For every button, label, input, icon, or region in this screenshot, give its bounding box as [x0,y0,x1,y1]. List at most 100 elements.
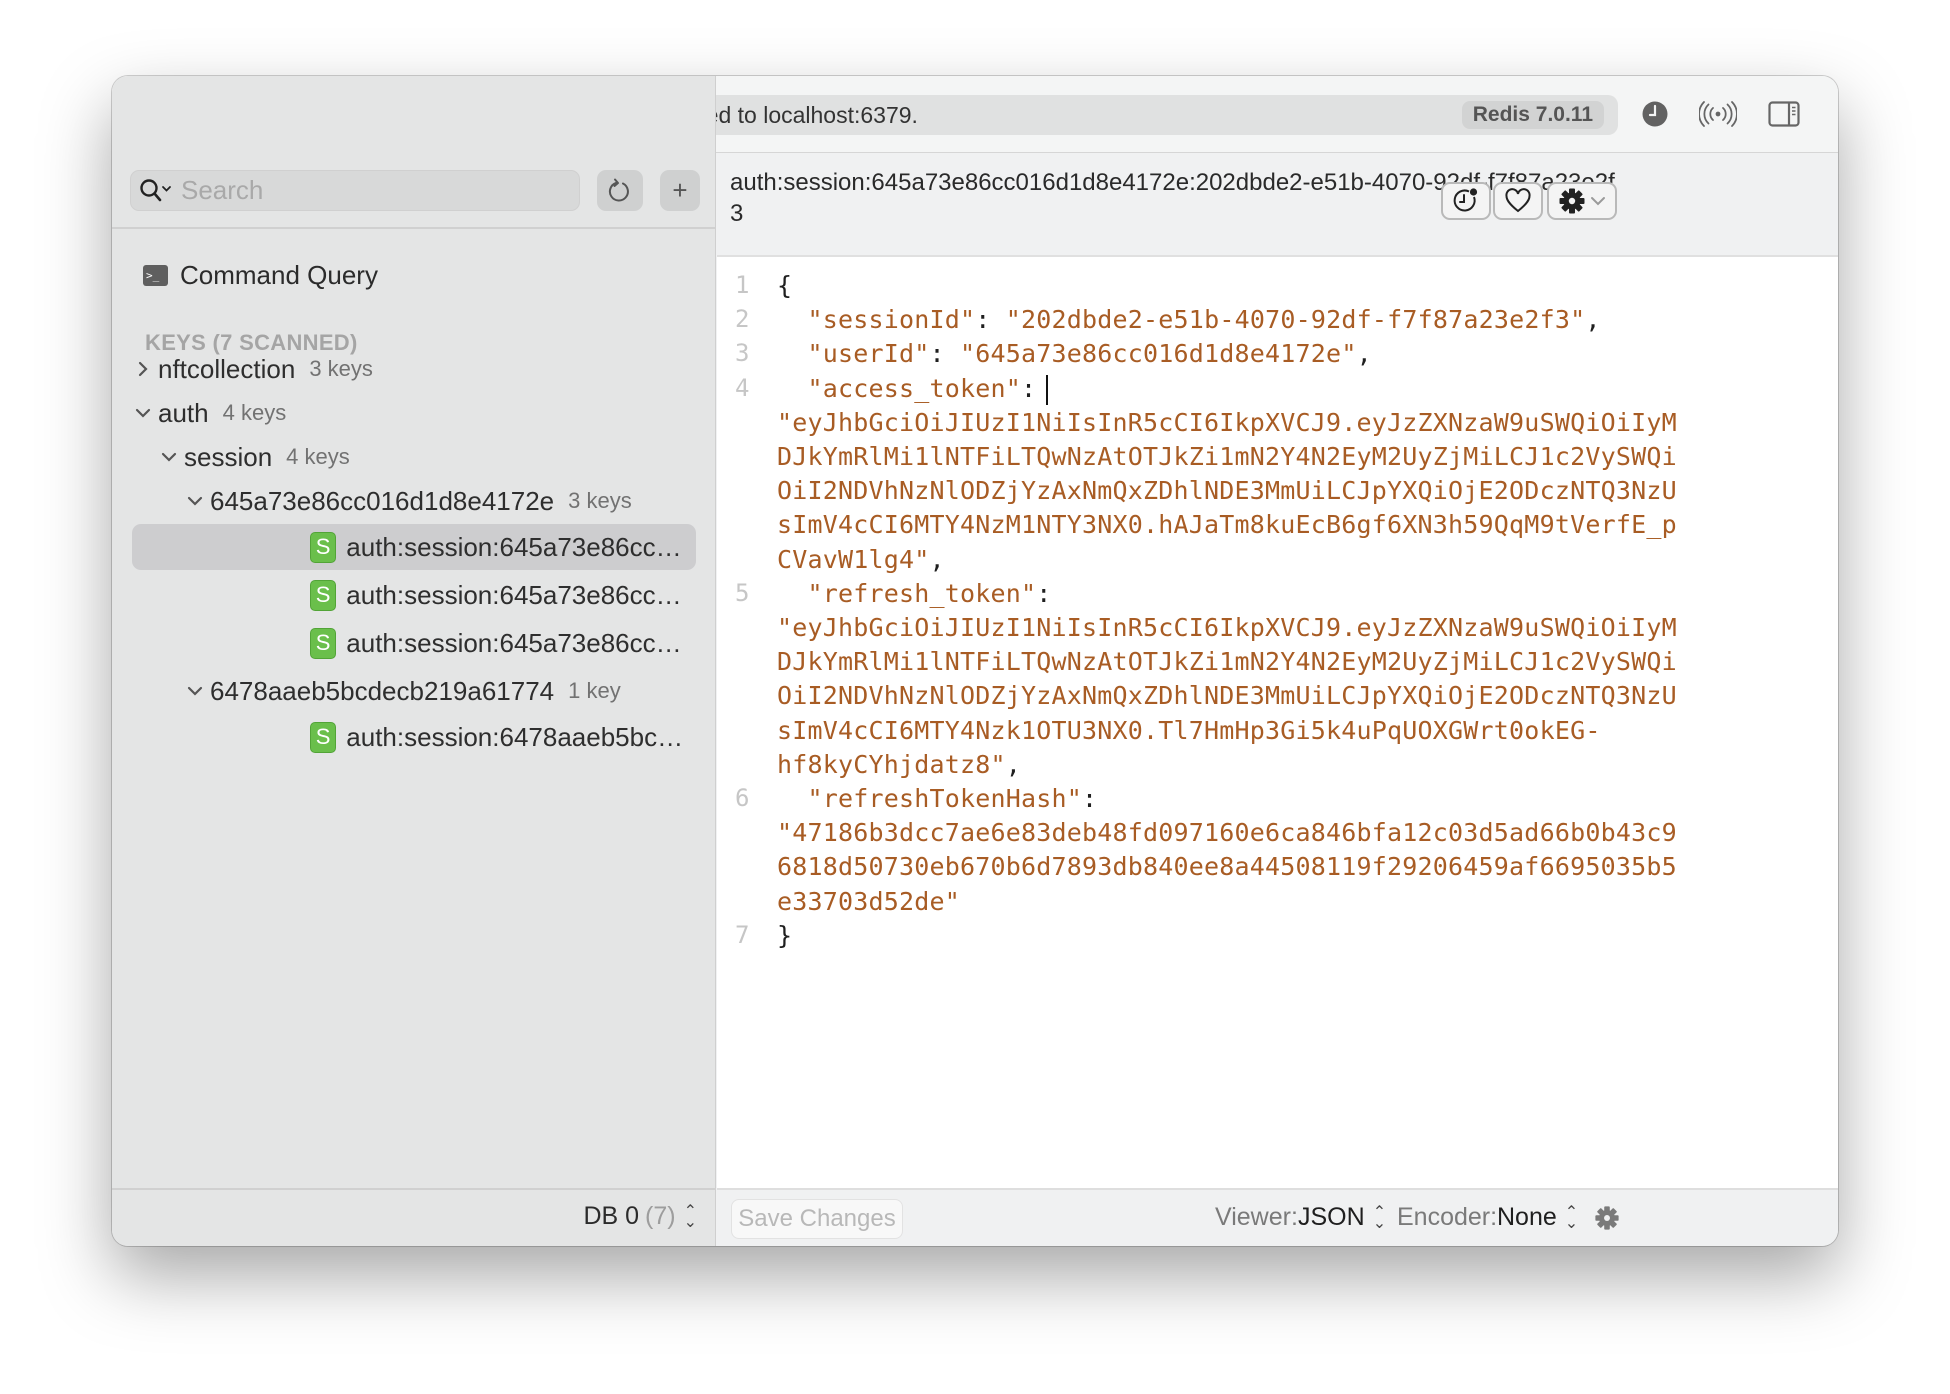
json-punctuation: , [1356,339,1372,369]
code-text: "eyJhbGciOiJIUzI1NiIsInR5cCI6IkpXVCJ9.ey… [777,406,1677,440]
code-text: "userId": "645a73e86cc016d1d8e4172e", [777,337,1372,371]
up-down-chevron-icon: ⌃ ⌄ [683,1202,697,1231]
key-list-item[interactable]: Sauth:session:6478aaeb5bcdec... [132,714,696,760]
json-string: "eyJhbGciOiJIUzI1NiIsInR5cCI6IkpXVCJ9.ey… [777,612,1677,642]
json-string: DJkYmRlMi1lNTFiLTQwNzAtOTJkZi1mN2Y4N2EyM… [777,441,1677,471]
sidebar: + >_ Command Query KEYS (7 SCANNED) nftc… [112,76,716,1188]
chevron-down-icon[interactable] [184,495,206,507]
db-key-count: (7) [645,1202,676,1230]
key-list-item[interactable]: Sauth:session:645a73e86cc016... [132,572,696,618]
toggle-inspector-button[interactable] [1764,96,1804,132]
key-folder-item[interactable]: nftcollection 3 keys [132,346,696,392]
add-key-button[interactable]: + [660,170,700,211]
key-list-item[interactable]: Sauth:session:645a73e86cc016... [132,524,696,570]
code-text: DJkYmRlMi1lNTFiLTQwNzAtOTJkZi1mN2Y4N2EyM… [777,645,1677,679]
json-string: "refreshTokenHash" [777,784,1083,813]
gear-icon [1595,1206,1619,1230]
json-string: "userId" [777,339,930,369]
json-punctuation: : [1036,578,1052,608]
code-text: "refreshTokenHash": [777,782,1098,816]
key-count: 3 keys [309,356,373,381]
json-string: 6818d50730eb670b6d7893db840ee8a44508119f… [777,852,1677,882]
chevron-right-icon[interactable] [132,360,154,378]
up-down-chevron-icon: ⌃ ⌄ [1564,1203,1579,1232]
key-count: 1 key [568,678,621,703]
key-header: auth:session:645a73e86cc016d1d8e4172e:20… [717,153,1838,257]
tree-item-label: auth:session:645a73e86cc016... [346,579,696,610]
json-string: "645a73e86cc016d1d8e4172e" [960,339,1357,369]
json-string: OiI2NDVhNzNlODZjYzAxNmQxZDhlNDE3MmUiLCJp… [777,476,1677,506]
json-punctuation: { [777,271,793,300]
json-editor[interactable]: 1 {2 "sessionId": "202dbde2-e51b-4070-92d… [717,259,1838,1082]
code-text: "eyJhbGciOiJIUzI1NiIsInR5cCI6IkpXVCJ9.ey… [777,611,1677,645]
chevron-down-icon[interactable] [132,407,154,419]
code-text: "refresh_token": [777,577,1052,611]
key-actions-menu[interactable] [1547,182,1617,220]
code-text: OiI2NDVhNzNlODZjYzAxNmQxZDhlNDE3MmUiLCJp… [777,474,1677,508]
key-folder-item[interactable]: session 4 keys [132,434,696,480]
up-down-chevron-icon: ⌃ ⌄ [1372,1203,1387,1232]
line-number: 1 [735,271,750,299]
favorite-button[interactable] [1493,182,1543,220]
key-folder-item[interactable]: 6478aaeb5bcdecb219a61774 1 key [132,668,696,714]
command-query-label: Command Query [180,259,378,290]
key-folder-item[interactable]: auth 4 keys [132,390,696,436]
save-changes-button[interactable]: Save Changes [731,1199,903,1239]
json-string: "eyJhbGciOiJIUzI1NiIsInR5cCI6IkpXVCJ9.ey… [777,407,1677,437]
redis-version-badge: Redis 7.0.11 [1461,101,1604,129]
json-punctuation: : [1021,373,1037,403]
terminal-icon: >_ [143,264,168,286]
json-string: sImV4cCI6MTY4Nzk1OTU3NX0.Tl7HmHp3Gi5k4uP… [777,715,1601,745]
json-string: OiI2NDVhNzNlODZjYzAxNmQxZDhlNDE3MmUiLCJp… [777,681,1677,711]
chevron-down-icon[interactable] [184,685,206,697]
code-text: hf8kyCYhjdatz8", [777,748,1021,782]
key-list-item[interactable]: Sauth:session:645a73e86cc016... [132,620,696,666]
command-query-item[interactable]: >_ Command Query [143,257,378,293]
json-string: CVavW1lg4" [777,544,930,574]
encoder-select[interactable]: None ⌃ ⌄ [1497,1203,1578,1232]
value-pane: auth:session:645a73e86cc016d1d8e4172e:20… [717,153,1838,1188]
line-number: 4 [735,373,750,402]
json-string: "sessionId" [777,305,976,335]
tree-item-label: auth:session:645a73e86cc016... [346,531,696,562]
sidebar-divider [112,227,715,229]
json-punctuation: , [929,544,945,574]
json-punctuation: , [1585,305,1601,335]
viewer-select[interactable]: JSON ⌃ ⌄ [1298,1203,1386,1232]
code-text: CVavW1lg4", [777,543,945,577]
search-field[interactable] [130,170,580,211]
code-text: "sessionId": "202dbde2-e51b-4070-92df-f7… [777,303,1601,337]
code-text: "access_token": [777,372,1049,406]
json-string: DJkYmRlMi1lNTFiLTQwNzAtOTJkZi1mN2Y4N2EyM… [777,647,1677,677]
chevron-down-icon[interactable] [158,451,180,463]
code-text: "47186b3dcc7ae6e83deb48fd097160e6ca846bf… [777,816,1677,850]
json-punctuation: : [975,305,1006,335]
code-text: OiI2NDVhNzNlODZjYzAxNmQxZDhlNDE3MmUiLCJp… [777,679,1677,713]
key-count: 4 keys [286,444,350,469]
heart-icon [1505,188,1531,213]
code-text: sImV4cCI6MTY4NzM1NTY3NX0.hAJaTm8kuEcB6gf… [777,508,1677,542]
ttl-button[interactable] [1441,182,1491,220]
line-number: 6 [735,784,750,812]
chevron-down-icon [1591,197,1605,206]
viewer-settings-button[interactable] [1594,1205,1620,1236]
json-string: "access_token" [777,373,1022,403]
code-text: 6818d50730eb670b6d7893db840ee8a44508119f… [777,850,1677,884]
database-selector[interactable]: DB 0 (7) ⌃ ⌄ [583,1202,697,1231]
pubsub-button[interactable] [1696,96,1740,132]
string-type-badge: S [310,579,337,611]
tree-item-label: auth:session:645a73e86cc016... [346,627,696,658]
history-button[interactable] [1637,96,1673,132]
tree-item-label: 6478aaeb5bcdecb219a61774 [210,675,555,706]
refresh-keys-button[interactable] [597,170,643,211]
line-number: 3 [735,339,750,368]
code-text: { [777,269,792,303]
key-folder-item[interactable]: 645a73e86cc016d1d8e4172e 3 keys [132,478,696,524]
connection-status-bar: Connected to localhost:6379. Redis 7.0.1… [605,95,1618,135]
json-punctuation: } [777,920,793,950]
tree-item-label: 645a73e86cc016d1d8e4172e [210,485,555,516]
json-string: e33703d52de" [777,886,961,916]
code-text: e33703d52de" [777,885,960,919]
json-punctuation: : [1082,784,1098,813]
search-input[interactable] [181,175,561,206]
